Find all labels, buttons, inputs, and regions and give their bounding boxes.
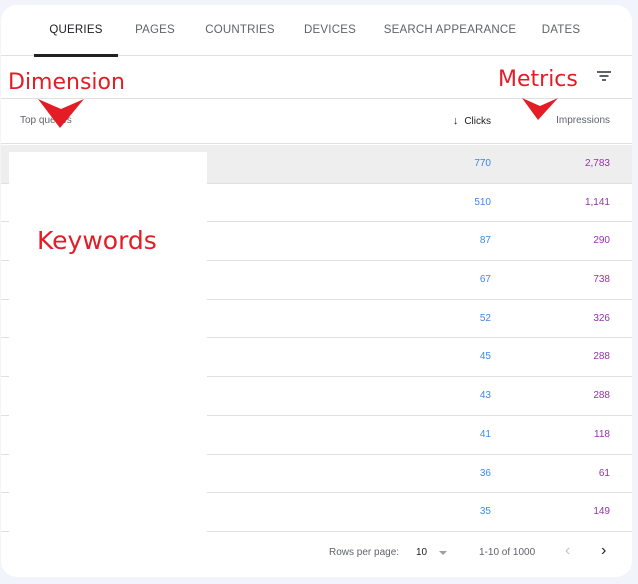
impressions-cell: 288 (593, 390, 610, 402)
annotation-arrow-dimension-icon (38, 99, 84, 128)
clicks-cell: 43 (479, 390, 491, 402)
tab-dates[interactable]: DATES (535, 5, 587, 56)
impressions-cell: 288 (593, 351, 610, 363)
annotation-metrics: Metrics (498, 67, 578, 92)
tab-queries[interactable]: QUERIES (34, 5, 118, 57)
impressions-cell: 2,783 (584, 158, 610, 169)
clicks-cell: 45 (479, 351, 491, 363)
impressions-cell: 118 (594, 428, 610, 440)
clicks-cell: 770 (474, 158, 491, 169)
tab-devices[interactable]: DEVICES (298, 5, 362, 56)
clicks-cell: 35 (479, 506, 491, 518)
column-header-impressions[interactable]: Impressions (556, 115, 610, 126)
clicks-cell: 510 (474, 196, 491, 208)
column-header-clicks-label: Clicks (464, 116, 491, 127)
tab-pages[interactable]: PAGES (127, 5, 183, 56)
tab-search-appearance[interactable]: SEARCH APPEARANCE (381, 5, 519, 56)
impressions-cell: 290 (593, 235, 610, 247)
impressions-cell: 149 (593, 506, 610, 518)
previous-page-button[interactable]: ‹ (565, 542, 570, 560)
impressions-cell: 326 (593, 312, 610, 324)
sort-descending-icon: ↓ (452, 115, 459, 127)
dropdown-caret-icon[interactable] (439, 551, 447, 555)
annotation-arrow-metrics-icon (522, 98, 558, 120)
clicks-cell: 41 (479, 428, 491, 440)
annotation-keywords: Keywords (37, 226, 157, 255)
clicks-cell: 87 (479, 235, 491, 247)
clicks-cell: 67 (479, 274, 491, 286)
rows-per-page-label: Rows per page: (329, 547, 400, 558)
page-range: 1-10 of 1000 (479, 547, 536, 558)
clicks-cell: 52 (479, 312, 491, 324)
tab-countries[interactable]: COUNTRIES (201, 5, 279, 56)
impressions-cell: 61 (598, 467, 610, 479)
dimension-tabs: QUERIES PAGES COUNTRIES DEVICES SEARCH A… (1, 5, 632, 57)
rows-per-page-select[interactable]: 10 (416, 547, 427, 558)
keywords-redaction-mask (9, 152, 207, 536)
next-page-button[interactable]: › (601, 542, 606, 560)
annotation-dimension: Dimension (8, 70, 125, 95)
impressions-cell: 1,141 (584, 196, 610, 208)
column-header-clicks[interactable]: ↓ Clicks (453, 115, 491, 127)
filter-list-icon[interactable] (596, 69, 612, 83)
clicks-cell: 36 (479, 467, 491, 479)
impressions-cell: 738 (593, 274, 610, 286)
pagination: Rows per page: 10 1-10 of 1000 ‹ › (1, 532, 632, 576)
